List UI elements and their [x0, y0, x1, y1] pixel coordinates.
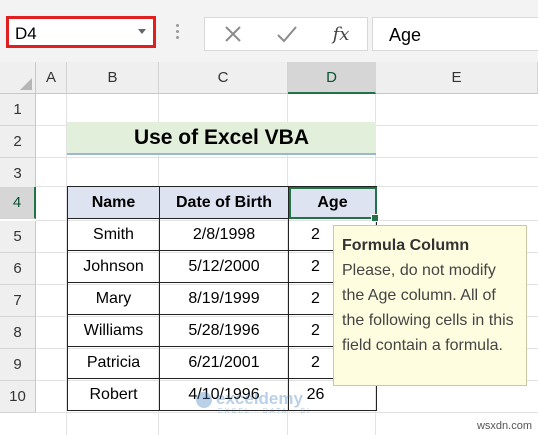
watermark-name: exceldemy [216, 389, 303, 408]
sheet-title[interactable]: Use of Excel VBA [67, 122, 376, 155]
row-header-9[interactable]: 9 [0, 349, 36, 381]
cell-dob[interactable]: 5/12/2000 [159, 250, 289, 283]
column-header-d[interactable]: D [288, 62, 376, 94]
input-message-tooltip: Formula Column Please, do not modify the… [333, 225, 527, 386]
cell-name[interactable]: Smith [67, 218, 160, 251]
row-header-4[interactable]: 4 [0, 187, 36, 219]
cancel-button[interactable] [215, 21, 251, 47]
fill-handle[interactable] [371, 214, 379, 222]
row-header-10[interactable]: 10 [0, 381, 36, 413]
column-header-e[interactable]: E [376, 62, 538, 94]
select-all-corner[interactable] [0, 62, 36, 94]
row-header-2[interactable]: 2 [0, 126, 36, 158]
row-header-8[interactable]: 8 [0, 317, 36, 349]
cell-dob[interactable]: 6/21/2001 [159, 346, 289, 379]
exceldemy-watermark: exceldemy EXCEL · DATA · BI [196, 388, 352, 418]
column-header-b[interactable]: B [67, 62, 159, 94]
exceldemy-logo-icon [196, 392, 212, 408]
watermark-tagline: EXCEL · DATA · BI [218, 408, 311, 415]
chevron-down-icon[interactable] [138, 29, 146, 34]
row-header-7[interactable]: 7 [0, 285, 36, 317]
insert-function-button[interactable]: fx [323, 21, 359, 47]
cell-name[interactable]: Williams [67, 314, 160, 347]
fx-icon: fx [332, 23, 350, 45]
formula-buttons: fx [204, 17, 368, 51]
table-row: Mary 8/19/1999 2 [67, 282, 377, 315]
cell-name[interactable]: Robert [67, 378, 160, 411]
row-header-6[interactable]: 6 [0, 253, 36, 285]
cell-name[interactable]: Patricia [67, 346, 160, 379]
row-header-5[interactable]: 5 [0, 221, 36, 253]
table-header-row: Name Date of Birth Age [67, 186, 377, 219]
formula-input[interactable]: Age [372, 17, 538, 51]
column-header-a[interactable]: A [36, 62, 67, 94]
header-name[interactable]: Name [67, 186, 160, 219]
cell-dob[interactable]: 8/19/1999 [159, 282, 289, 315]
row-header-1[interactable]: 1 [0, 94, 36, 126]
formula-bar-area: D4 fx Age [0, 0, 538, 70]
column-header-c[interactable]: C [159, 62, 288, 94]
gridline [36, 157, 538, 158]
table-row: Patricia 6/21/2001 2 [67, 346, 377, 379]
cell-dob[interactable]: 5/28/1996 [159, 314, 289, 347]
name-box-value: D4 [15, 24, 37, 43]
check-icon [277, 26, 297, 43]
name-box[interactable]: D4 [6, 16, 156, 48]
tooltip-title: Formula Column [342, 237, 470, 254]
x-icon [225, 26, 241, 42]
cell-name[interactable]: Mary [67, 282, 160, 315]
cell-dob[interactable]: 2/8/1998 [159, 218, 289, 251]
header-date-of-birth[interactable]: Date of Birth [159, 186, 289, 219]
enter-button[interactable] [269, 21, 305, 47]
tooltip-body: Please, do not modify the Age column. Al… [342, 262, 514, 354]
row-header-3[interactable]: 3 [0, 158, 36, 190]
cell-name[interactable]: Johnson [67, 250, 160, 283]
site-credit: wsxdn.com [476, 420, 532, 432]
formula-content: Age [389, 25, 422, 45]
table-row: Johnson 5/12/2000 2 [67, 250, 377, 283]
table-row: Smith 2/8/1998 2 [67, 218, 377, 251]
table-row: Williams 5/28/1996 2 [67, 314, 377, 347]
more-options-icon[interactable] [176, 24, 180, 42]
header-age-selected-cell[interactable]: Age [288, 186, 377, 219]
data-table: Name Date of Birth Age Smith 2/8/1998 2 … [67, 186, 377, 411]
